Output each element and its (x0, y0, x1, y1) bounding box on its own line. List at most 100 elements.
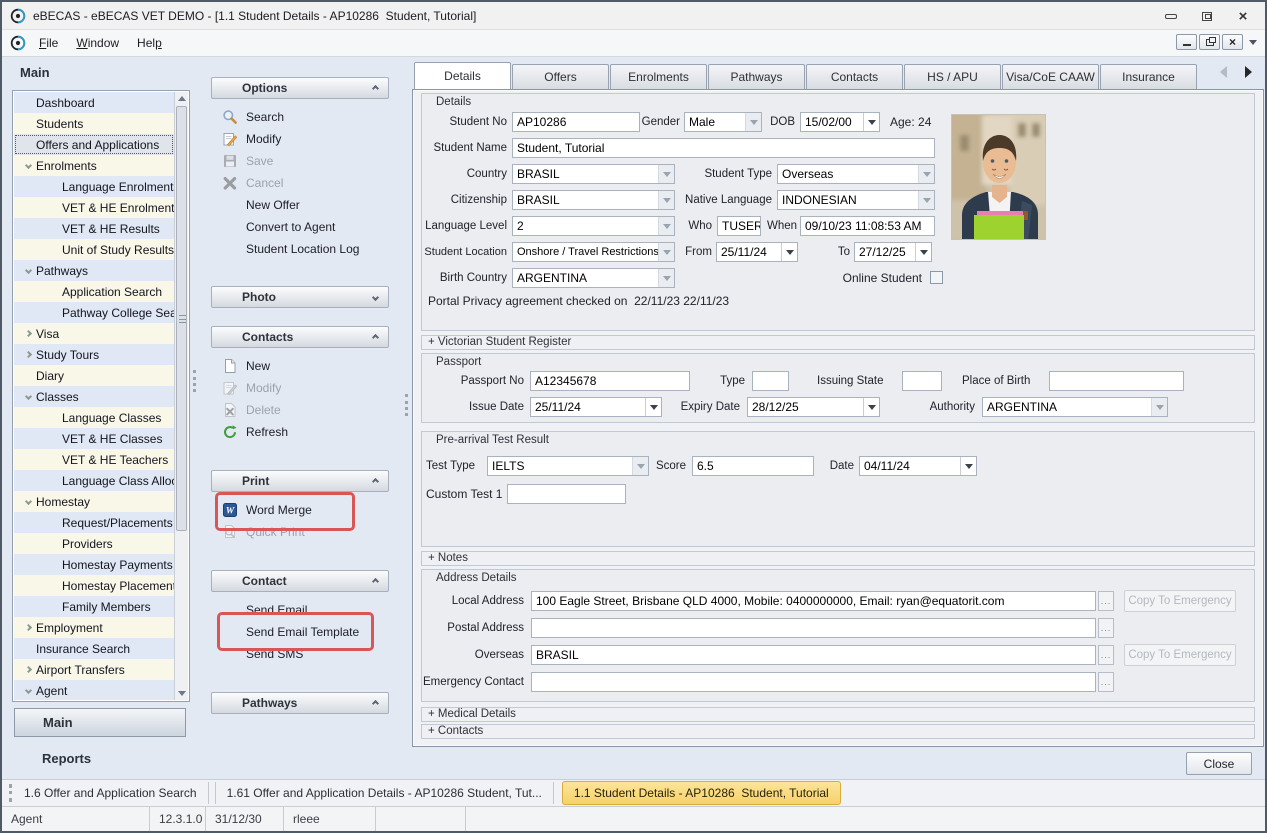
tree-item-vet-he-enrolments[interactable]: VET & HE Enrolments (14, 197, 174, 218)
tab-hs-apu[interactable]: HS / APU (904, 64, 1001, 89)
tree-item-application-search[interactable]: Application Search (14, 281, 174, 302)
collapse-icon[interactable] (24, 267, 31, 274)
chevron-up-icon[interactable] (372, 333, 379, 340)
gender-combobox[interactable]: Male (684, 112, 762, 132)
tab-scroll-right-icon[interactable] (1245, 66, 1252, 78)
tab-offers[interactable]: Offers (512, 64, 609, 89)
dropdown-arrow-icon[interactable] (658, 165, 674, 183)
tab-details[interactable]: Details (414, 62, 511, 89)
close-button[interactable]: Close (1186, 752, 1252, 775)
tree-item-offers-and-applications[interactable]: Offers and Applications (14, 134, 174, 155)
tree-item-airport-transfers[interactable]: Airport Transfers (14, 659, 174, 680)
language-level-combobox[interactable]: 2 (512, 216, 675, 236)
expand-icon[interactable] (24, 624, 31, 631)
collapse-icon[interactable] (24, 393, 31, 400)
tree-item-unit-of-study-results[interactable]: Unit of Study Results (14, 239, 174, 260)
chevron-up-icon[interactable] (372, 577, 379, 584)
overseas-ellipsis-button[interactable]: ... (1098, 645, 1114, 665)
test-type-combobox[interactable]: IELTS (487, 456, 649, 476)
dropdown-arrow-icon[interactable] (915, 243, 931, 261)
place-of-birth-input[interactable] (1049, 371, 1184, 391)
tree-item-enrolments[interactable]: Enrolments (14, 155, 174, 176)
tree-item-vet-he-teachers[interactable]: VET & HE Teachers (14, 449, 174, 470)
tab-pathways[interactable]: Pathways (708, 64, 805, 89)
score-input[interactable]: 6.5 (692, 456, 814, 476)
section-notes[interactable]: + Notes (421, 551, 1255, 566)
expand-icon[interactable] (24, 666, 31, 673)
tab-visa-coe-caaw[interactable]: Visa/CoE CAAW (1002, 64, 1099, 89)
mdi-close-button[interactable]: × (1222, 34, 1243, 50)
mdi-restore-button[interactable] (1199, 34, 1220, 50)
sidebar-main-button[interactable]: Main (14, 708, 186, 737)
tree-item-vet-he-results[interactable]: VET & HE Results (14, 218, 174, 239)
tree-item-language-classes[interactable]: Language Classes (14, 407, 174, 428)
dropdown-arrow-icon[interactable] (863, 398, 879, 416)
dropdown-arrow-icon[interactable] (632, 457, 648, 475)
local-address-input[interactable]: 100 Eagle Street, Brisbane QLD 4000, Mob… (531, 591, 1096, 611)
dropdown-arrow-icon[interactable] (960, 457, 976, 475)
dob-combobox[interactable]: 15/02/00 (800, 112, 880, 132)
tree-item-pathway-college-searc[interactable]: Pathway College Searc (14, 302, 174, 323)
splitter-handle[interactable] (193, 370, 196, 392)
sidebar-reports-section[interactable]: Reports (42, 751, 91, 766)
minimize-button[interactable] (1153, 2, 1189, 30)
mdi-minimize-button[interactable] (1176, 34, 1197, 50)
authority-combobox[interactable]: ARGENTINA (982, 397, 1168, 417)
search-button[interactable]: Search (211, 106, 389, 128)
panel-header-pathways[interactable]: Pathways (211, 692, 389, 714)
menu-help[interactable]: Help (128, 32, 171, 54)
window-tab-2[interactable]: 1.61 Offer and Application Details - AP1… (215, 782, 554, 804)
expiry-date-combobox[interactable]: 28/12/25 (747, 397, 880, 417)
new-offer-button[interactable]: New Offer (211, 194, 389, 216)
panel-header-print[interactable]: Print (211, 470, 389, 492)
custom-test1-input[interactable] (507, 484, 626, 504)
dropdown-arrow-icon[interactable] (745, 113, 761, 131)
tree-item-request-placements[interactable]: Request/Placements (14, 512, 174, 533)
chevron-down-icon[interactable] (372, 293, 379, 300)
menu-file[interactable]: File (30, 32, 67, 54)
student-no-input[interactable]: AP10286 (512, 112, 640, 132)
tree-item-students[interactable]: Students (14, 113, 174, 134)
refresh-button[interactable]: Refresh (211, 421, 389, 443)
section-medical-details[interactable]: + Medical Details (421, 707, 1255, 722)
scroll-thumb[interactable] (176, 106, 187, 531)
chevron-up-icon[interactable] (372, 477, 379, 484)
student-type-combobox[interactable]: Overseas (777, 164, 935, 184)
issuing-state-input[interactable] (902, 371, 942, 391)
student-name-input[interactable]: Student, Tutorial (512, 138, 935, 158)
tree-item-agent[interactable]: Agent (14, 680, 174, 700)
tree-item-vet-he-classes[interactable]: VET & HE Classes (14, 428, 174, 449)
emergency-contact-input[interactable] (531, 672, 1096, 692)
passport-type-input[interactable] (752, 371, 789, 391)
mdi-menu-caret-icon[interactable] (1249, 40, 1257, 45)
citizenship-combobox[interactable]: BRASIL (512, 190, 675, 210)
tree-item-homestay-payments[interactable]: Homestay Payments (14, 554, 174, 575)
test-date-combobox[interactable]: 04/11/24 (859, 456, 977, 476)
tree-item-diary[interactable]: Diary (14, 365, 174, 386)
tree-item-study-tours[interactable]: Study Tours (14, 344, 174, 365)
dropdown-arrow-icon[interactable] (918, 191, 934, 209)
collapse-icon[interactable] (24, 162, 31, 169)
online-student-checkbox[interactable] (930, 271, 943, 284)
tree-item-language-class-allocat[interactable]: Language Class Allocat (14, 470, 174, 491)
modify-button[interactable]: Modify (211, 128, 389, 150)
splitter-handle[interactable] (405, 394, 408, 416)
panel-header-photo[interactable]: Photo (211, 286, 389, 308)
collapse-icon[interactable] (24, 687, 31, 694)
birth-country-combobox[interactable]: ARGENTINA (512, 268, 675, 288)
window-tab-1[interactable]: 1.6 Offer and Application Search (13, 782, 209, 804)
menu-window[interactable]: Window (67, 32, 128, 54)
dropdown-arrow-icon[interactable] (781, 243, 797, 261)
scroll-down-icon[interactable] (175, 687, 188, 700)
passport-no-input[interactable]: A12345678 (530, 371, 690, 391)
tab-insurance[interactable]: Insurance (1100, 64, 1197, 89)
close-button-window[interactable]: × (1225, 2, 1261, 30)
dropdown-arrow-icon[interactable] (658, 217, 674, 235)
section-victorian-student-register[interactable]: + Victorian Student Register (421, 335, 1255, 350)
when-input[interactable]: 09/10/23 11:08:53 AM (800, 216, 935, 236)
dropdown-arrow-icon[interactable] (658, 269, 674, 287)
window-tab-3[interactable]: 1.1 Student Details - AP10286 Student, T… (562, 781, 841, 805)
to-date-combobox[interactable]: 27/12/25 (854, 242, 932, 262)
expand-icon[interactable] (24, 330, 31, 337)
emergency-ellipsis-button[interactable]: ... (1098, 672, 1114, 692)
